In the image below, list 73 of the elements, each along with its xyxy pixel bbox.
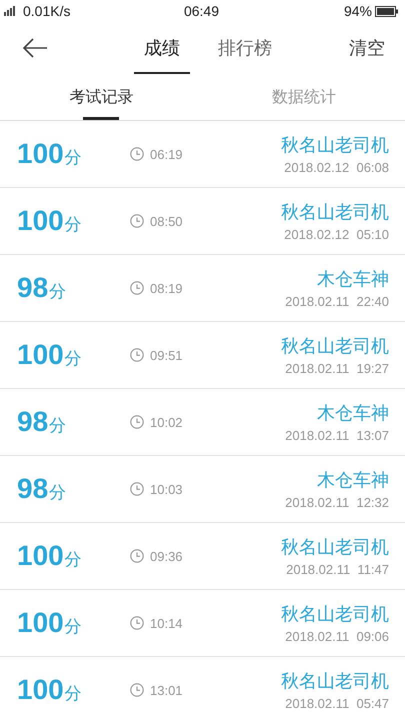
- duration: 09:36: [150, 548, 183, 564]
- record-row[interactable]: 100分 10:14 秋名山老司机 2018.02.11 09:06: [0, 590, 405, 657]
- score-unit: 分: [64, 616, 82, 638]
- score-value: 100: [17, 339, 64, 371]
- tab[interactable]: 数据统计: [202, 74, 405, 120]
- clock-icon: [130, 214, 144, 228]
- score-unit: 分: [64, 214, 82, 236]
- clock-icon: [130, 683, 144, 697]
- record-row[interactable]: 100分 08:50 秋名山老司机 2018.02.12 05:10: [0, 188, 405, 255]
- battery-percent: 94%: [344, 3, 372, 19]
- record-date: 2018.02.12 06:08: [284, 160, 389, 175]
- duration: 10:03: [150, 482, 183, 496]
- record-row[interactable]: 98分 10:02 木仓车神 2018.02.11 13:07: [0, 389, 405, 456]
- player-name: 木仓车神: [317, 402, 389, 425]
- clear-button[interactable]: 清空: [349, 36, 385, 60]
- record-row[interactable]: 100分 09:36 秋名山老司机 2018.02.11 11:47: [0, 523, 405, 590]
- score-unit: 分: [49, 482, 66, 504]
- tab[interactable]: 考试记录: [0, 74, 202, 120]
- score-value: 98: [17, 473, 48, 505]
- score-value: 100: [17, 540, 64, 572]
- record-date: 2018.02.11 19:27: [285, 361, 389, 376]
- clock-icon: [130, 482, 144, 496]
- record-date: 2018.02.11 12:32: [285, 495, 389, 510]
- clock-icon: [130, 147, 144, 161]
- clock-icon: [130, 549, 144, 563]
- player-name: 秋名山老司机: [281, 201, 389, 224]
- player-name: 秋名山老司机: [281, 335, 389, 358]
- player-name: 秋名山老司机: [281, 603, 389, 626]
- network-speed: 0.01K/s: [23, 3, 70, 19]
- score-unit: 分: [64, 348, 82, 370]
- player-name: 秋名山老司机: [281, 670, 389, 693]
- record-date: 2018.02.11 05:47: [285, 696, 389, 711]
- duration: 13:01: [150, 682, 183, 698]
- score-value: 100: [17, 674, 64, 706]
- battery-icon: [374, 6, 399, 16]
- record-date: 2018.02.11 09:06: [285, 629, 389, 644]
- clock-icon: [130, 348, 144, 362]
- record-row[interactable]: 100分 13:01 秋名山老司机 2018.02.11 05:47: [0, 657, 405, 720]
- duration: 10:02: [150, 414, 183, 430]
- score-value: 100: [17, 138, 64, 170]
- tab[interactable]: 成绩: [134, 22, 190, 74]
- player-name: 木仓车神: [317, 469, 389, 492]
- score-unit: 分: [64, 147, 82, 169]
- record-row[interactable]: 100分 06:19 秋名山老司机 2018.02.12 06:08: [0, 121, 405, 188]
- score-value: 98: [17, 272, 48, 304]
- player-name: 秋名山老司机: [281, 536, 389, 559]
- player-name: 秋名山老司机: [281, 134, 389, 157]
- record-date: 2018.02.12 05:10: [284, 227, 389, 242]
- record-row[interactable]: 98分 08:19 木仓车神 2018.02.11 22:40: [0, 255, 405, 322]
- player-name: 木仓车神: [317, 268, 389, 291]
- score-value: 100: [17, 205, 64, 237]
- score-unit: 分: [49, 415, 66, 437]
- score-unit: 分: [64, 683, 82, 705]
- duration: 10:14: [150, 616, 183, 630]
- duration: 06:19: [150, 146, 183, 162]
- clock-icon: [130, 616, 144, 630]
- score-unit: 分: [49, 281, 66, 303]
- tab[interactable]: 排行榜: [208, 22, 282, 74]
- record-date: 2018.02.11 22:40: [285, 294, 389, 309]
- status-time: 06:49: [184, 3, 220, 19]
- record-row[interactable]: 100分 09:51 秋名山老司机 2018.02.11 19:27: [0, 322, 405, 389]
- back-button[interactable]: [22, 38, 48, 58]
- score-value: 98: [17, 406, 48, 438]
- duration: 09:51: [150, 348, 183, 362]
- score-unit: 分: [64, 549, 82, 571]
- clock-icon: [130, 281, 144, 295]
- record-date: 2018.02.11 13:07: [285, 428, 389, 443]
- record-row[interactable]: 98分 10:03 木仓车神 2018.02.11 12:32: [0, 456, 405, 523]
- record-date: 2018.02.11 11:47: [286, 562, 389, 577]
- duration: 08:50: [150, 214, 183, 228]
- clock-icon: [130, 415, 144, 429]
- score-value: 100: [17, 607, 64, 639]
- duration: 08:19: [150, 280, 183, 296]
